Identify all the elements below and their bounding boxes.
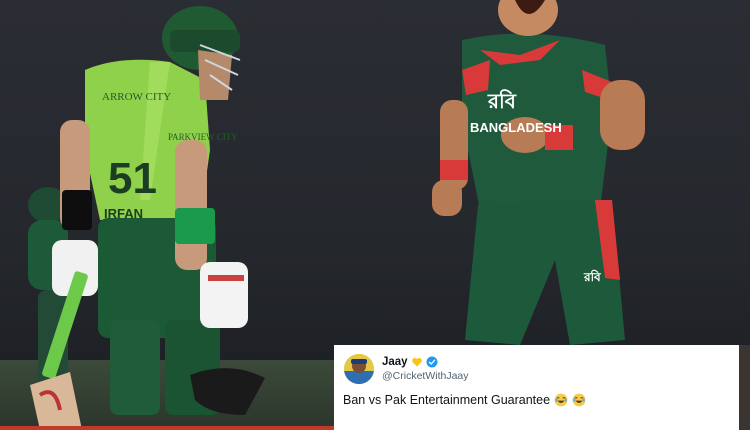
- shorts-logo: রবি: [583, 269, 602, 284]
- verified-badge-icon: [426, 356, 438, 368]
- avatar[interactable]: [344, 354, 374, 384]
- yellow-heart-icon: [411, 357, 422, 367]
- tweet-body: Ban vs Pak Entertainment Guarantee: [343, 393, 586, 407]
- boundary-board: [0, 426, 334, 430]
- jersey-number: 51: [108, 154, 157, 203]
- tweet-header: Jaay @CricketWithJaay: [344, 351, 729, 385]
- display-name[interactable]: Jaay: [382, 356, 408, 368]
- tweet-text: Ban vs Pak Entertainment Guarantee: [343, 393, 551, 407]
- jersey-name: IRFAN: [104, 206, 143, 221]
- handle[interactable]: @CricketWithJaay: [382, 370, 469, 382]
- name-row: Jaay: [382, 354, 438, 370]
- jersey-sponsor-2: PARKVIEW CITY: [168, 132, 238, 142]
- jersey-team-name: BANGLADESH: [470, 120, 562, 135]
- photo-edge: [739, 345, 750, 430]
- jersey-sponsor: ARROW CITY: [102, 91, 171, 103]
- jersey-sponsor-bangla: রবি: [487, 89, 517, 113]
- laughing-emoji-icon: [572, 393, 586, 407]
- laughing-emoji-icon: [554, 393, 568, 407]
- avatar-image: [344, 354, 374, 384]
- tweet-card: Jaay @CricketWithJaay Ban vs Pak Enterta…: [334, 345, 739, 430]
